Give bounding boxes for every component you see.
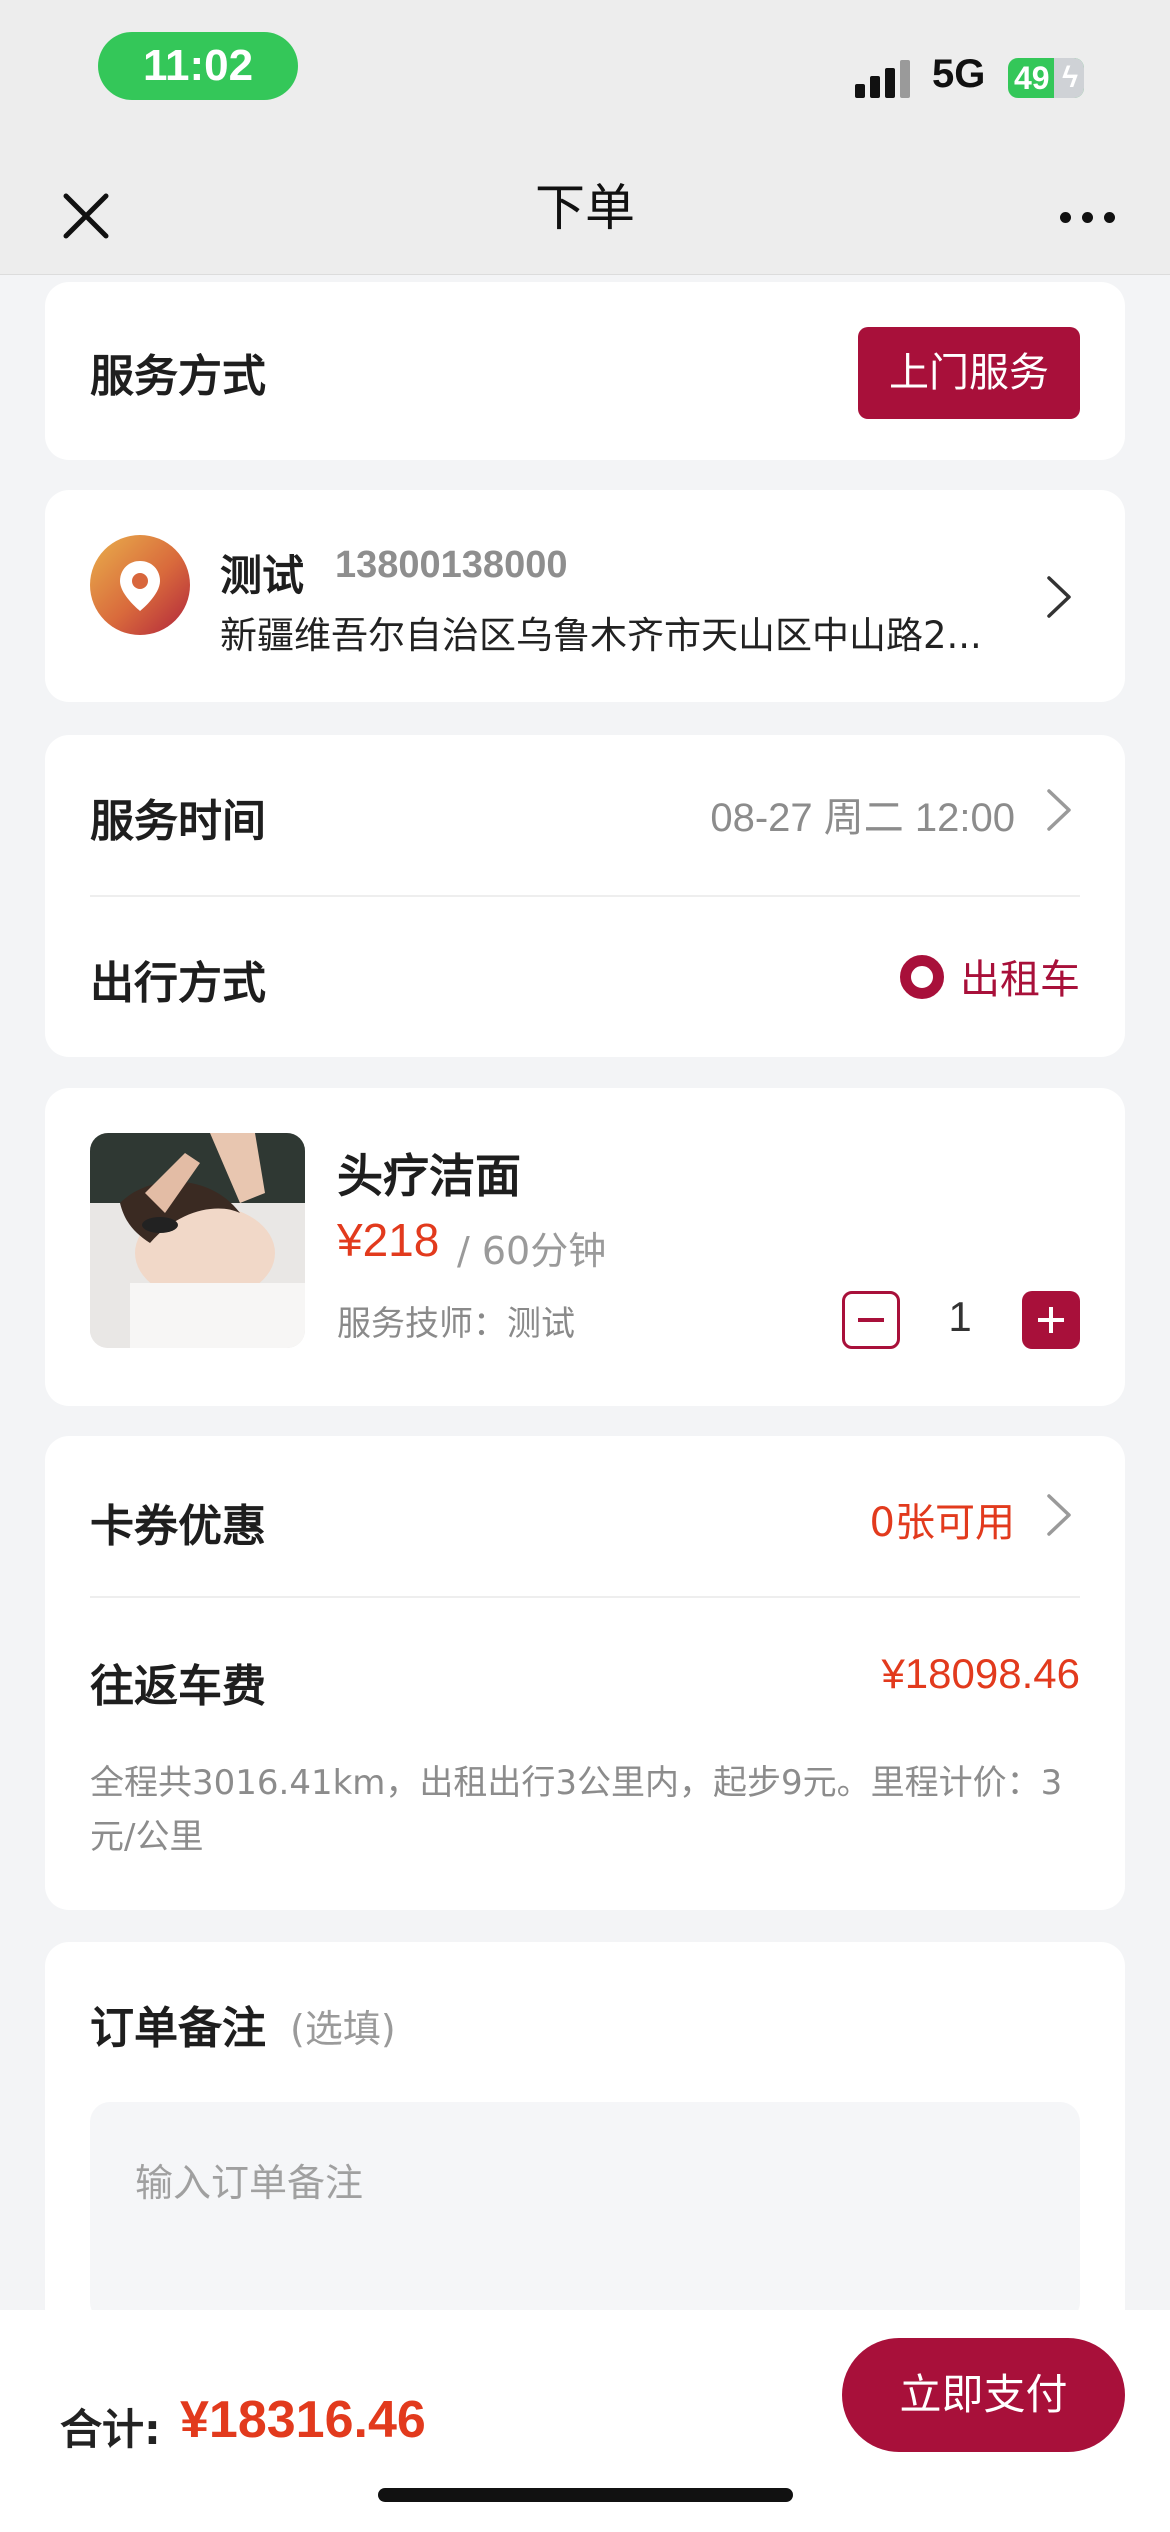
travel-mode-label: 出行方式 bbox=[90, 958, 266, 1009]
more-icon[interactable] bbox=[1048, 180, 1128, 250]
service-mode-card: 服务方式 上门服务 bbox=[45, 282, 1125, 460]
quantity-value: 1 bbox=[948, 1293, 972, 1340]
network-label: 5G bbox=[932, 52, 986, 96]
charging-icon: ϟ bbox=[1062, 61, 1078, 94]
divider bbox=[90, 895, 1080, 897]
chevron-right-icon bbox=[1047, 789, 1071, 831]
status-bar: 11:02 5G 49 ϟ bbox=[0, 0, 1170, 150]
service-time-label: 服务时间 bbox=[90, 796, 266, 847]
service-price: ¥218 bbox=[337, 1214, 440, 1266]
increase-quantity-button[interactable] bbox=[1022, 1291, 1080, 1349]
pay-now-button[interactable]: 立即支付 bbox=[842, 2338, 1125, 2452]
chevron-right-icon bbox=[1047, 576, 1071, 618]
note-optional-hint: (选填) bbox=[290, 2007, 396, 2051]
total-label: 合计: bbox=[60, 2405, 161, 2454]
order-note-input[interactable] bbox=[90, 2102, 1080, 2322]
battery-level: 49 bbox=[1014, 60, 1050, 96]
service-mode-label: 服务方式 bbox=[90, 351, 266, 402]
fare-value: ¥18098.46 bbox=[881, 1650, 1080, 1697]
coupon-value: 0张可用 bbox=[869, 1500, 1015, 1546]
contact-name: 测试 bbox=[220, 551, 305, 600]
nav-bar: 下单 bbox=[0, 150, 1170, 275]
contact-phone: 13800138000 bbox=[335, 544, 568, 586]
discount-card: 卡券优惠 0张可用 往返车费 ¥18098.46 全程共3016.41km，出租… bbox=[45, 1436, 1125, 1910]
schedule-card: 服务时间 08-27 周二 12:00 出行方式 出租车 bbox=[45, 735, 1125, 1057]
battery-icon: 49 ϟ bbox=[1008, 58, 1084, 98]
address-line: 新疆维吾尔自治区乌鲁木齐市天山区中山路2... bbox=[220, 614, 982, 657]
service-image bbox=[90, 1133, 305, 1348]
home-service-button[interactable]: 上门服务 bbox=[858, 327, 1080, 419]
taxi-radio[interactable] bbox=[900, 955, 944, 999]
divider bbox=[90, 1596, 1080, 1598]
service-technician: 服务技师：测试 bbox=[337, 1304, 575, 1344]
decrease-quantity-button[interactable] bbox=[842, 1291, 900, 1349]
chevron-right-icon bbox=[1047, 1494, 1071, 1536]
page-title: 下单 bbox=[535, 179, 635, 237]
fare-description: 全程共3016.41km，出租出行3公里内，起步9元。里程计价：3元/公里 bbox=[90, 1763, 1063, 1857]
status-time: 11:02 bbox=[98, 32, 298, 100]
signal-icon bbox=[855, 58, 915, 98]
note-card: 订单备注 (选填) bbox=[45, 1942, 1125, 2362]
location-pin-icon bbox=[90, 535, 190, 635]
service-item-card: 头疗洁面 ¥218 / 60分钟 服务技师：测试 1 bbox=[45, 1088, 1125, 1406]
service-duration: / 60分钟 bbox=[457, 1229, 607, 1273]
fare-label: 往返车费 bbox=[90, 1661, 266, 1712]
total-value: ¥18316.46 bbox=[180, 2391, 426, 2449]
service-name: 头疗洁面 bbox=[337, 1149, 521, 1203]
coupon-label: 卡券优惠 bbox=[90, 1501, 266, 1552]
note-title: 订单备注 bbox=[90, 2003, 266, 2054]
address-card[interactable]: 测试 13800138000 新疆维吾尔自治区乌鲁木齐市天山区中山路2... bbox=[45, 490, 1125, 702]
service-time-value: 08-27 周二 12:00 bbox=[710, 796, 1015, 840]
taxi-radio-label[interactable]: 出租车 bbox=[960, 947, 1080, 1005]
home-indicator bbox=[378, 2488, 793, 2502]
